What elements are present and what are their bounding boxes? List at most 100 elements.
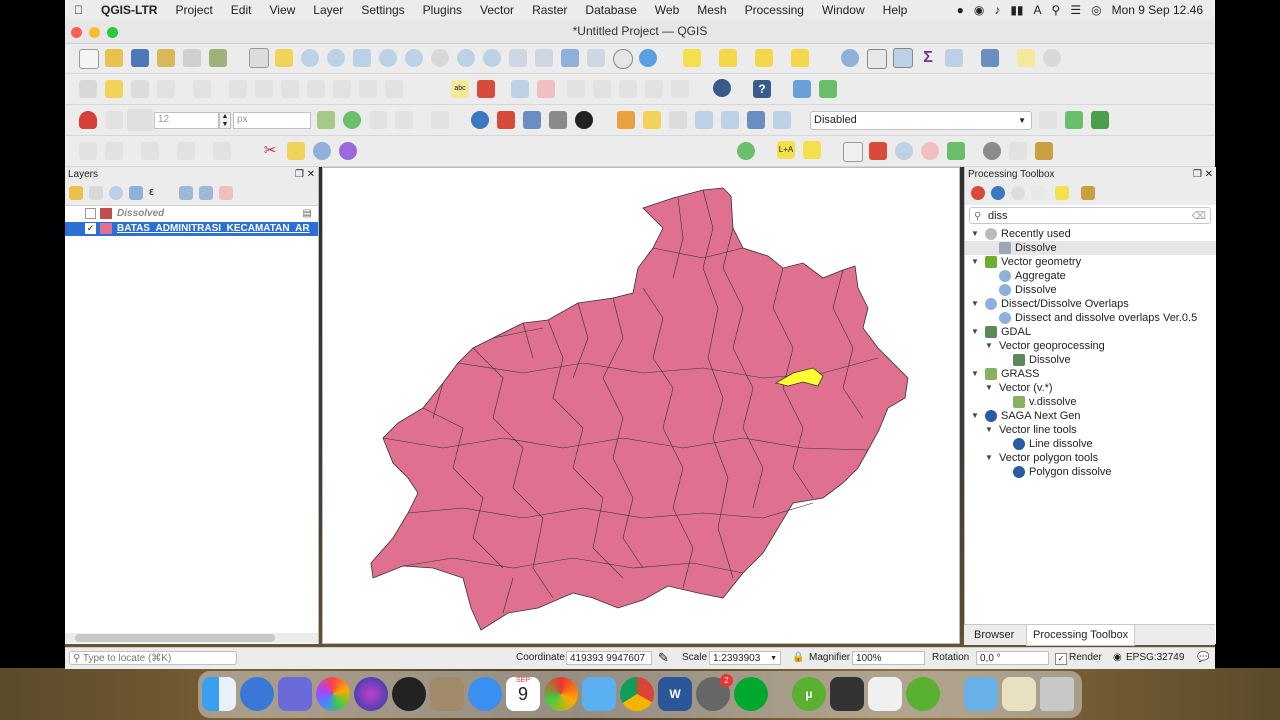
pan-map-icon[interactable] [249,48,269,68]
add-ring-icon[interactable] [105,142,123,160]
crs-globe-icon[interactable]: ◉ [1113,651,1122,665]
select-features-icon[interactable] [683,49,701,67]
layer-row-batas-administrasi[interactable]: ✓ BATAS_ADMINITRASI_KECAMATAN_AR [65,222,318,236]
measure-icon[interactable] [945,49,963,67]
menu-help[interactable]: Help [874,3,917,17]
menu-edit[interactable]: Edit [222,3,261,17]
menu-vector[interactable]: Vector [471,3,523,17]
scale-select[interactable]: 1:2393903 ▼ [709,651,781,665]
expand-arrow-icon[interactable]: ▼ [971,227,981,241]
finder-icon[interactable] [202,677,236,711]
save-edits-icon[interactable] [131,80,149,98]
search-icon[interactable]: ⚲ [1052,3,1061,17]
extent-icon[interactable] [947,142,965,160]
show-hide-labels-icon[interactable] [645,80,663,98]
temporary-layer-icon[interactable]: ▤ [303,207,312,221]
label-properties-icon[interactable] [671,80,689,98]
chrome-icon[interactable] [620,677,654,711]
current-edits-icon[interactable] [79,80,97,98]
locate-input[interactable]: ⚲ Type to locate (⌘K) [69,651,237,665]
new-map-view-icon[interactable] [509,49,527,67]
snap-tolerance-input[interactable]: 12 [154,112,219,129]
toggle-extents-icon[interactable]: ✎ [658,651,669,665]
algorithm-item[interactable]: Dissect and dissolve overlaps Ver.0.5 [985,311,1197,325]
open-project-icon[interactable] [105,49,123,67]
provider-group[interactable]: ▼ SAGA Next Gen [971,409,1080,423]
trash-icon[interactable] [1040,677,1074,711]
bookmark-icon[interactable] [561,49,579,67]
quickmapservices-icon[interactable] [713,79,731,97]
fill-ring-icon[interactable] [177,142,195,160]
layout-manager-icon[interactable] [183,49,201,67]
close-panel-icon[interactable]: ✕ [307,167,315,183]
render-checkbox[interactable]: ✓ [1055,653,1067,665]
algorithm-item[interactable]: Aggregate [985,269,1066,283]
expand-arrow-icon[interactable]: ▼ [985,451,995,465]
digitize-icon[interactable] [157,80,175,98]
provider-group[interactable]: ▼ GDAL [971,325,1031,339]
processing-toolbox-icon[interactable] [893,48,913,68]
system-settings-icon[interactable]: 2 [696,674,733,711]
tools-icon[interactable] [1035,142,1053,160]
snap-units-select[interactable]: px [233,112,311,129]
add-raster-icon[interactable] [695,111,713,129]
delete-ring-icon[interactable] [213,142,231,160]
utorrent-icon[interactable]: µ [792,677,826,711]
lock-icon[interactable]: 🔒 [792,651,804,665]
map-swipe-icon[interactable] [793,80,811,98]
provider-group[interactable]: ▼ Dissect/Dissolve Overlaps [971,297,1129,311]
snap-self-icon[interactable] [369,111,387,129]
diagram-icon[interactable] [477,80,495,98]
snap-to-layer-icon[interactable] [105,111,123,129]
spreadsheet-icon[interactable] [1091,111,1109,129]
options-icon[interactable] [1081,186,1095,200]
control-center-icon[interactable]: ☰ [1070,3,1081,17]
menu-settings[interactable]: Settings [352,3,413,17]
menu-plugins[interactable]: Plugins [414,3,471,17]
refresh-icon[interactable] [639,49,657,67]
horizontal-scrollbar[interactable] [65,633,318,643]
merge-features-icon[interactable] [287,142,305,160]
style-manager-icon[interactable] [209,49,227,67]
snapping-options-icon[interactable] [431,111,449,129]
menu-mesh[interactable]: Mesh [688,3,735,17]
zoom-to-selection-icon[interactable] [379,49,397,67]
select-by-location-icon[interactable] [791,49,809,67]
history-icon[interactable] [1011,186,1025,200]
gps-tool-icon[interactable] [575,111,593,129]
redo-icon[interactable] [385,80,403,98]
mute-icon[interactable]: ♪ [994,3,1000,17]
menu-web[interactable]: Web [646,3,688,17]
select-by-value-icon[interactable] [719,49,737,67]
attribute-table-icon[interactable] [867,49,887,69]
siri-icon[interactable]: ◎ [1091,3,1101,17]
zoom-last-icon[interactable] [457,49,475,67]
zoom-next-icon[interactable] [483,49,501,67]
documents-stack-icon[interactable] [1002,677,1036,711]
crs-button[interactable]: EPSG:32749 [1126,651,1184,665]
temporal-controller-icon[interactable] [613,49,633,69]
expand-arrow-icon[interactable]: ▼ [971,255,981,269]
add-wms-icon[interactable] [747,111,765,129]
messages-icon[interactable]: 💬 [1197,651,1209,665]
copy-attributes-icon[interactable] [843,142,863,162]
add-part-icon[interactable] [141,142,159,160]
photos-icon[interactable] [316,677,350,711]
maps-icon[interactable] [582,677,616,711]
add-wfs-icon[interactable] [773,111,791,129]
copy-features-icon[interactable] [307,80,325,98]
globe-icon[interactable] [983,142,1001,160]
edit-features-in-place-icon[interactable] [1055,186,1069,200]
algorithm-item[interactable]: Dissolve [999,353,1071,367]
rotation-field[interactable]: 0,0 ° [976,651,1049,665]
launchpad-icon[interactable] [240,677,274,711]
toggle-editing-icon[interactable] [105,80,123,98]
highlight-labels-icon[interactable] [537,80,555,98]
calendar-icon[interactable]: SEP 9 [506,677,540,711]
screenshot-icon[interactable] [544,677,578,711]
clear-search-icon[interactable]: ⌫ [1192,208,1206,225]
safari-icon[interactable] [468,677,502,711]
draw-tool-icon[interactable] [523,111,541,129]
coordinate-field[interactable]: 419393 9947607 [566,651,652,665]
digitize-shape-icon[interactable] [1039,111,1057,129]
